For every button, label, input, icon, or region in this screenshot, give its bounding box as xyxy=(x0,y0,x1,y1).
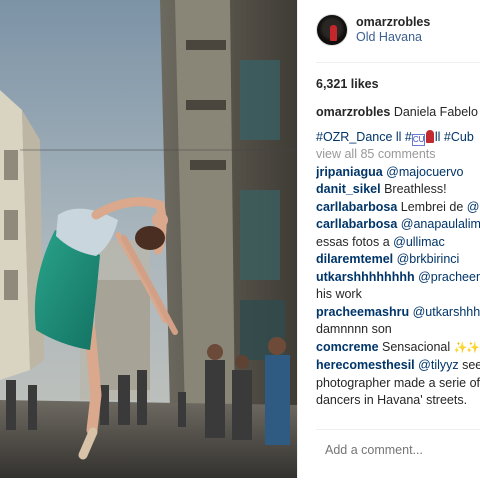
caption: omarzrobles Daniela Fabelo xyxy=(316,104,480,122)
comment-username[interactable]: carllabarbosa xyxy=(316,217,397,231)
list-item: comcreme Sensacional ✨✨ xyxy=(316,339,480,358)
mention-link[interactable]: @ullimac xyxy=(393,235,445,249)
avatar[interactable] xyxy=(316,14,348,46)
comment-text: damnnnn son xyxy=(316,322,392,336)
header-divider xyxy=(316,62,480,63)
comment-username[interactable]: herecomesthesil xyxy=(316,358,415,372)
mention-link[interactable]: @utkarshhhhhh xyxy=(413,305,480,319)
username-link[interactable]: omarzrobles xyxy=(356,15,430,30)
comment-username[interactable]: comcreme xyxy=(316,340,379,354)
comment-text: Sensacional xyxy=(378,339,451,354)
mention-link[interactable]: @pracheemas xyxy=(418,270,480,284)
add-comment-input[interactable] xyxy=(325,443,480,457)
post-details-panel: omarzrobles Old Havana 6,321 likes omarz… xyxy=(297,0,480,478)
list-item-continued: dancers in Havana' streets. xyxy=(316,392,480,410)
location-link[interactable]: Old Havana xyxy=(356,30,430,45)
comment-text: Breathless! xyxy=(380,182,447,196)
comment-username[interactable]: jripaniagua xyxy=(316,165,383,179)
list-item: carllabarbosa Lembrei de @ulli xyxy=(316,199,480,217)
comment-username[interactable]: danit_sikel xyxy=(316,182,381,196)
list-item-continued: his work xyxy=(316,286,480,304)
list-item: pracheemashru @utkarshhhhhh xyxy=(316,304,480,322)
list-item: danit_sikel Breathless! xyxy=(316,181,480,199)
list-item: carllabarbosa @anapaulalimoe xyxy=(316,216,480,234)
hashtag-link[interactable]: ll #Cub xyxy=(435,130,474,144)
view-all-comments-link[interactable]: view all 85 comments xyxy=(316,146,480,164)
likes-count[interactable]: 6,321 likes xyxy=(316,77,379,91)
cu-emoji-icon: CU xyxy=(411,133,425,146)
sparkles-emoji-icon: ✨✨ xyxy=(453,341,480,354)
list-item: dilaremtemel @brkbirinci xyxy=(316,251,480,269)
comments-list: omarzrobles Daniela Fabelo #OZR_Dance ll… xyxy=(316,104,480,410)
mention-link[interactable]: @ulli xyxy=(467,200,480,214)
list-item-continued: damnnnn son xyxy=(316,321,480,339)
list-item: jripaniagua @majocuervo xyxy=(316,164,480,182)
dancer-dress-emoji-icon xyxy=(425,129,434,143)
mention-link[interactable]: @brkbirinci xyxy=(397,252,460,266)
post-header: omarzrobles Old Havana xyxy=(316,10,430,50)
comment-username[interactable]: pracheemashru xyxy=(316,305,409,319)
comment-text: his work xyxy=(316,287,362,301)
comment-bar xyxy=(316,430,480,470)
comment-text: photographer made a serie of p xyxy=(316,375,480,390)
comment-text: see th xyxy=(462,358,480,372)
post-photo[interactable] xyxy=(0,0,297,478)
list-item: herecomesthesil @tilyyz see th xyxy=(316,357,480,375)
comment-text: dancers in Havana' streets. xyxy=(316,393,468,407)
caption-hashtags: #OZR_Dance ll #CU ll #Cub xyxy=(316,129,480,147)
list-item-continued: photographer made a serie of p xyxy=(316,375,480,393)
comment-username[interactable]: dilaremtemel xyxy=(316,252,393,266)
comment-username[interactable]: carllabarbosa xyxy=(316,200,397,214)
hashtag-link[interactable]: #OZR_Dance ll # xyxy=(316,130,412,144)
caption-username[interactable]: omarzrobles xyxy=(316,105,390,119)
comment-text: essas fotos a xyxy=(316,234,394,249)
list-item-continued: essas fotos a @ullimac xyxy=(316,234,480,252)
list-item: utkarshhhhhhhh @pracheemas xyxy=(316,269,480,287)
mention-link[interactable]: @tilyyz xyxy=(418,358,458,372)
comment-text: Lembrei de xyxy=(397,199,467,214)
photo-scene xyxy=(0,0,297,478)
comment-username[interactable]: utkarshhhhhhhh xyxy=(316,270,415,284)
mention-link[interactable]: @anapaulalimoe xyxy=(401,217,480,231)
mention-link[interactable]: @majocuervo xyxy=(386,165,463,179)
caption-text: Daniela Fabelo xyxy=(390,105,478,119)
